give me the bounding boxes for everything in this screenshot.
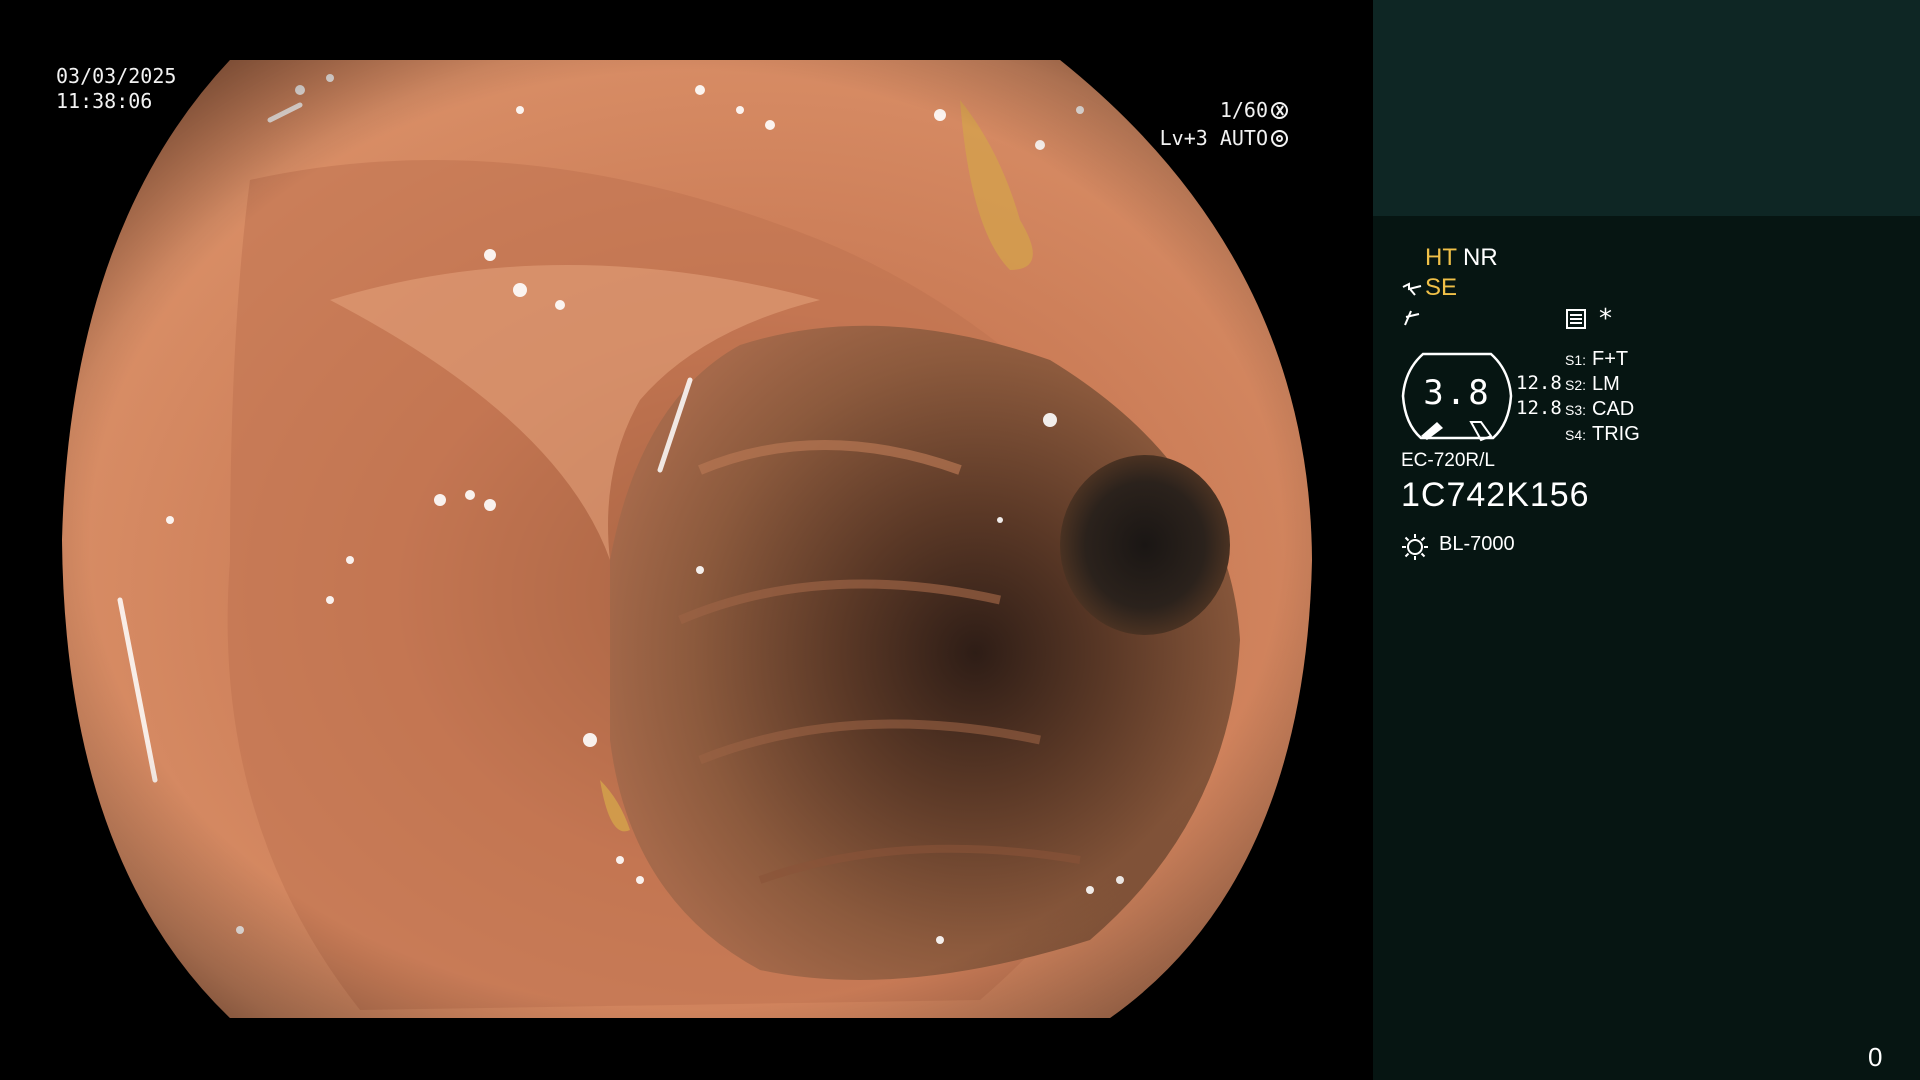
scope-model: EC-720R/L — [1401, 450, 1495, 471]
switch-slot-list: S1: F+T S2: LM S3: CAD S4: TRIG — [1565, 348, 1640, 448]
shutter-speed-value: 1/60 — [1219, 98, 1268, 122]
light-source-label: BL-7000 — [1439, 533, 1515, 555]
switch-slot-value: F+T — [1592, 348, 1629, 370]
scope-serial: 1C742K156 — [1401, 476, 1590, 514]
wave-enhance-icon — [1402, 282, 1422, 296]
exam-date: 03/03/2025 — [56, 64, 177, 88]
switch-slot-key: S3: — [1565, 402, 1587, 418]
info-panel-header-area — [1373, 0, 1920, 216]
switch-slot-row: S3: CAD — [1565, 398, 1640, 423]
auto-iris-icon — [1271, 130, 1288, 147]
mode-se: SE — [1425, 274, 1458, 301]
switch-slot-key: S4: — [1565, 427, 1587, 443]
endoscope-view: 03/03/2025 11:38:06 1/60 Lv+3 AUTO — [0, 0, 1373, 1080]
switch-slot-value: LM — [1592, 373, 1620, 395]
endoscopy-screen: 03/03/2025 11:38:06 1/60 Lv+3 AUTO HT NR… — [0, 0, 1920, 1080]
switch-slot-key: S2: — [1565, 377, 1587, 393]
shutter-speed: 1/60 — [1220, 98, 1288, 123]
bolt-icon — [1404, 310, 1420, 326]
brightness-level: Lv+3 AUTO — [1160, 126, 1288, 151]
frame-counter: 0 — [1868, 1042, 1883, 1072]
switch-slot-row: S4: TRIG — [1565, 423, 1640, 448]
switch-slot-row: S1: F+T — [1565, 348, 1640, 373]
gauge-value: 3.8 — [1423, 373, 1491, 413]
switch-slot-value: CAD — [1592, 398, 1635, 420]
mode-nr: NR — [1463, 244, 1498, 271]
switch-slot-key: S1: — [1565, 352, 1587, 368]
mode-ht: HT — [1425, 244, 1457, 271]
colon-lumen-image — [62, 60, 1312, 1018]
gauge-lower-value: 12.8 — [1516, 397, 1562, 419]
info-panel: HT NR SE * 3.8 12.8 12.8 S1: F+T S2: LM … — [1373, 0, 1920, 1080]
gauge-upper-value: 12.8 — [1516, 372, 1562, 394]
aperture-icon — [1271, 102, 1288, 119]
switch-slot-row: S2: LM — [1565, 373, 1640, 398]
exam-time: 11:38:06 — [56, 89, 153, 113]
switch-slot-value: TRIG — [1592, 423, 1640, 445]
memo-icon — [1566, 309, 1586, 329]
brightness-level-value: Lv+3 AUTO — [1159, 126, 1268, 150]
star-icon: * — [1599, 304, 1612, 334]
light-source-icon — [1402, 534, 1428, 560]
